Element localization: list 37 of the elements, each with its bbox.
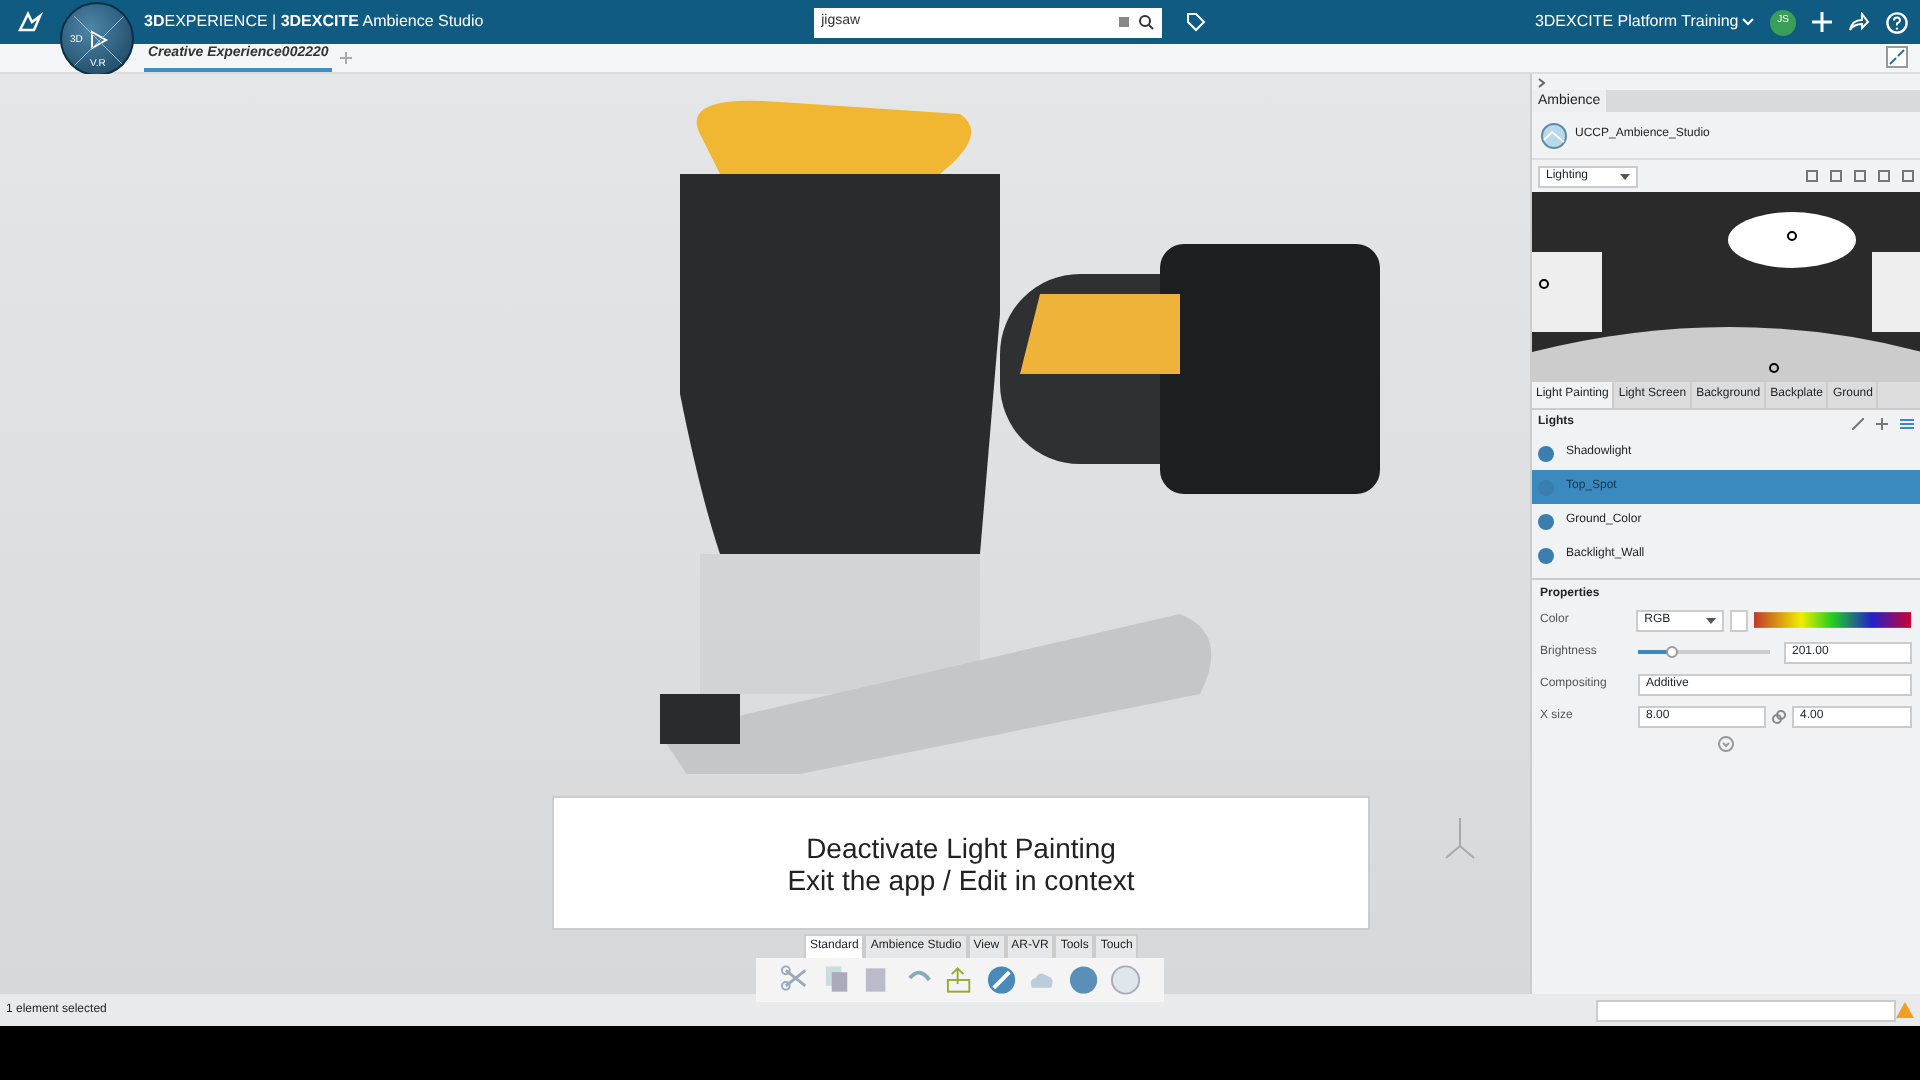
color-spectrum[interactable] [1754,612,1912,628]
warning-icon [1896,1002,1914,1018]
add-tab-icon[interactable] [340,52,353,64]
app-title: 3DEXPERIENCE | 3DEXCITE Ambience Studio [144,10,484,34]
ambience-icon [1540,121,1568,149]
globe-icon[interactable] [1067,964,1099,996]
slider-thumb[interactable] [1665,646,1677,658]
sphere-icon[interactable] [1109,964,1141,996]
clear-icon[interactable] [1117,16,1130,28]
search-icon[interactable] [1137,14,1154,30]
command-field[interactable] [1596,999,1896,1021]
light-icon [1538,547,1554,563]
share-icon[interactable] [1848,12,1870,32]
list-icon[interactable] [1900,417,1914,429]
logo-icon [16,10,44,34]
add-icon[interactable] [1876,417,1888,429]
caret-icon [1620,173,1630,179]
caret-icon [1742,18,1754,26]
export-icon[interactable] [944,964,976,996]
tag-icon[interactable] [1185,12,1206,32]
cut-icon[interactable] [780,964,812,996]
light-icon [1538,513,1554,529]
expand-icon[interactable] [1718,736,1734,752]
axis-icon [1444,814,1476,862]
collapse-icon[interactable] [1886,46,1908,68]
light-icon [1538,445,1554,461]
caption-text: Deactivate Light Painting [806,831,1116,863]
chevron-icon[interactable] [1538,78,1546,88]
platform-dropdown[interactable]: 3DEXCITE Platform Training [1534,10,1754,34]
edit-icon[interactable] [1852,417,1864,429]
caption-text: Exit the app / Edit in context [787,863,1135,895]
paint-icon[interactable] [985,964,1017,996]
color-swatch[interactable] [1729,609,1749,631]
caret-icon [1705,617,1715,623]
copy-icon[interactable] [821,964,853,996]
link-icon[interactable] [1772,709,1786,723]
help-icon[interactable] [1886,11,1908,33]
